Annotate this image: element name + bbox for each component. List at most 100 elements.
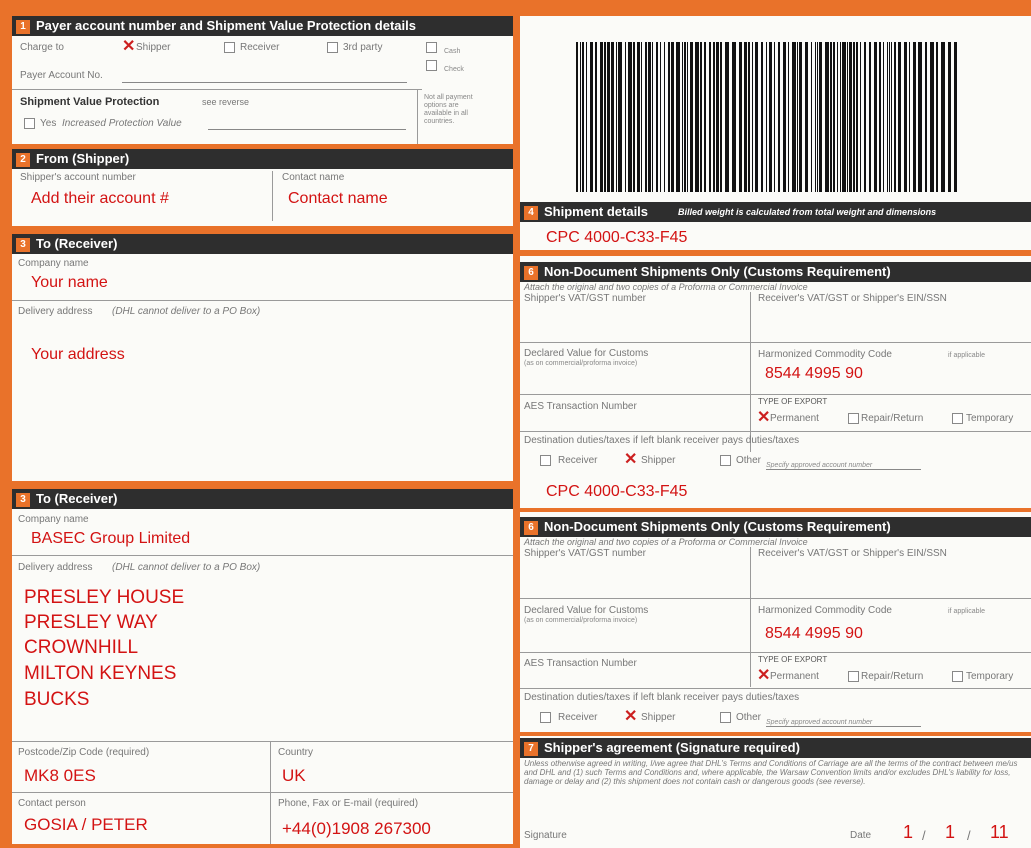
address-line-2[interactable]: PRESLEY WAY [24,610,158,635]
section-shipper-agreement: 7 Shipper's agreement (Signature required… [520,736,1031,848]
shipper-vat-label: Shipper's VAT/GST number [524,293,646,304]
hs-code-value[interactable]: 8544 4995 90 [765,365,863,383]
duties-receiver-label: Receiver [558,455,598,466]
section-to-receiver-1: 3 To (Receiver) Company name Your name De… [12,234,513,481]
address-line-1[interactable]: PRESLEY HOUSE [24,585,184,610]
hs-code-note: if applicable [948,608,985,615]
payer-account-label: Payer Account No. [20,70,103,81]
phone-label: Phone, Fax or E-mail (required) [278,798,419,809]
shipper-vat-label: Shipper's VAT/GST number [524,548,646,559]
phone-value[interactable]: +44(0)1908 267300 [282,819,431,839]
third-party-checkbox[interactable] [327,42,338,53]
date-day-value[interactable]: 1 [903,822,913,843]
divider [750,292,751,452]
shipper-account-label: Shipper's account number [20,172,136,183]
approved-account-line [766,726,921,727]
duties-other-label: Other [736,712,762,723]
section-header: 1 Payer account number and Shipment Value… [12,16,513,36]
declared-value-label: Declared Value for Customs [524,348,649,359]
duties-shipper-checked-mark[interactable]: ✕ [624,709,637,725]
date-month-value[interactable]: 1 [945,822,955,843]
divider [520,342,1031,343]
company-name-value[interactable]: Your name [31,274,108,292]
hs-code-label: Harmonized Commodity Code [758,605,892,616]
address-line-3[interactable]: CROWNHILL [24,635,138,660]
svp-increased-value-label: Increased Protection Value [62,118,182,129]
payer-account-line [122,82,407,83]
svp-yes-checkbox[interactable] [24,118,35,129]
svp-value-line [208,129,406,130]
section-title: Shipment details [544,204,649,219]
permanent-checked-mark[interactable]: ✕ [757,668,770,684]
section-customs-2: 6 Non-Document Shipments Only (Customs Re… [520,512,1031,732]
repair-checkbox[interactable] [848,413,859,424]
date-year-value[interactable]: 11 [990,822,1009,843]
declared-value-note: (as on commercial/proforma invoice) [524,617,638,624]
shipper-account-value[interactable]: Add their account # [31,190,169,208]
contact-name-label: Contact name [282,172,345,183]
permanent-label: Permanent [770,671,819,682]
duties-other-checkbox[interactable] [720,712,731,723]
section-title: Shipper's agreement (Signature required) [544,740,800,755]
duties-receiver-checkbox[interactable] [540,712,551,723]
duties-shipper-label: Shipper [641,712,676,723]
repair-label: Repair/Return [861,413,924,424]
customs-cpc-value[interactable]: CPC 4000-C33-F45 [546,483,687,501]
divider [12,555,513,556]
divider [520,652,1031,653]
country-label: Country [278,747,314,758]
divider [270,742,271,844]
section-number: 3 [16,238,30,252]
company-name-value[interactable]: BASEC Group Limited [31,530,190,548]
repair-checkbox[interactable] [848,671,859,682]
charge-to-label: Charge to [20,42,64,53]
temporary-checkbox[interactable] [952,413,963,424]
section-header: 7 Shipper's agreement (Signature required… [520,738,1031,758]
address-line-5[interactable]: BUCKS [24,687,89,712]
receiver-vat-label: Receiver's VAT/GST or Shipper's EIN/SSN [758,293,947,304]
receiver-checkbox[interactable] [224,42,235,53]
aes-label: AES Transaction Number [524,401,637,412]
delivery-address-label: Delivery address [18,306,93,317]
contact-name-value[interactable]: Contact name [288,190,388,208]
section-number: 4 [524,206,538,220]
hs-code-note: if applicable [948,352,985,359]
section-header: 6 Non-Document Shipments Only (Customs Re… [520,517,1031,537]
shipper-checked-mark[interactable]: ✕ [122,39,135,55]
section-title: To (Receiver) [36,491,118,506]
temporary-label: Temporary [966,671,1014,682]
date-separator-1: / [922,828,926,843]
cash-checkbox[interactable] [426,42,437,53]
duties-shipper-checked-mark[interactable]: ✕ [624,452,637,468]
section-number: 6 [524,521,538,535]
address-line-4[interactable]: MILTON KEYNES [24,661,176,686]
repair-label: Repair/Return [861,671,924,682]
hs-code-value[interactable]: 8544 4995 90 [765,625,863,643]
permanent-checked-mark[interactable]: ✕ [757,410,770,426]
section-shipment-details: 4 Shipment details Billed weight is calcul… [520,16,1031,250]
postcode-value[interactable]: MK8 0ES [24,766,96,786]
section-payer-account: 1 Payer account number and Shipment Value… [12,16,513,144]
duties-receiver-checkbox[interactable] [540,455,551,466]
section-title: Payer account number and Shipment Value … [36,18,416,33]
delivery-address-note: (DHL cannot deliver to a PO Box) [112,562,261,573]
country-value[interactable]: UK [282,766,306,786]
delivery-address-value[interactable]: Your address [31,346,125,364]
section-header: 3 To (Receiver) [12,234,513,254]
shipment-details-value[interactable]: CPC 4000-C33-F45 [546,229,687,247]
contact-person-value[interactable]: GOSIA / PETER [24,815,148,835]
section-title: Non-Document Shipments Only (Customs Req… [544,264,891,279]
temporary-checkbox[interactable] [952,671,963,682]
agreement-text: Unless otherwise agreed in writing, I/we… [524,759,1018,786]
date-separator-2: / [967,828,971,843]
svp-see-reverse: see reverse [202,97,250,107]
divider [520,394,1031,395]
divider [520,688,1031,689]
duties-other-checkbox[interactable] [720,455,731,466]
section-number: 3 [16,493,30,507]
divider [12,741,513,742]
duties-label: Destination duties/taxes if left blank r… [524,435,800,446]
company-name-label: Company name [18,258,89,269]
section-header: 6 Non-Document Shipments Only (Customs Re… [520,262,1031,282]
check-checkbox[interactable] [426,60,437,71]
